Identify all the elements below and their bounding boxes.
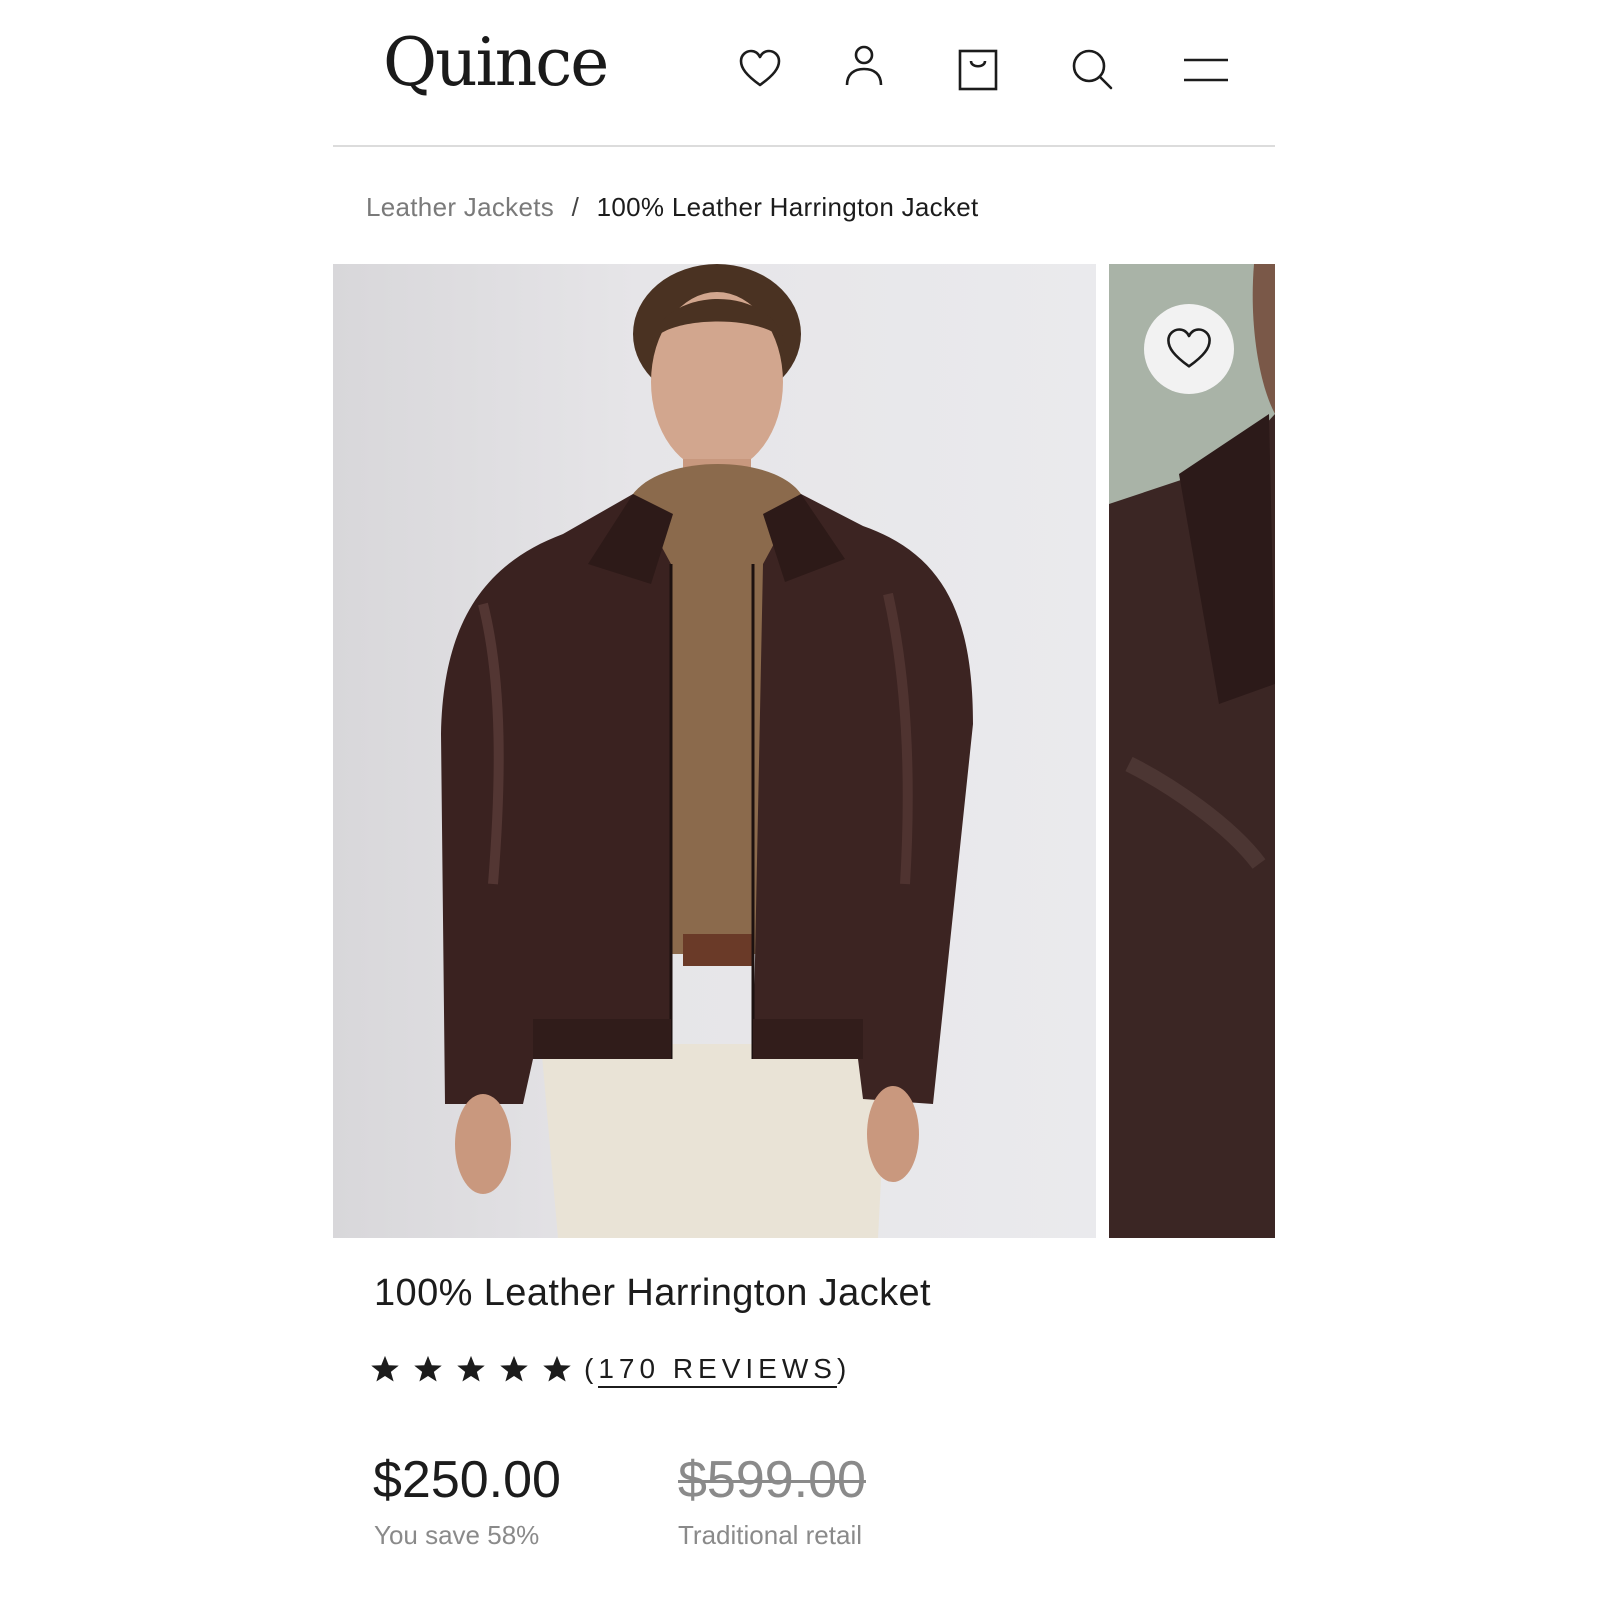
star-rating [370, 1354, 572, 1384]
star-icon [500, 1355, 528, 1382]
wishlist-toggle[interactable] [1144, 304, 1234, 394]
menu-icon [1184, 58, 1228, 82]
retail-price: $599.00 [678, 1451, 866, 1509]
star-icon [414, 1355, 442, 1382]
menu-button[interactable] [1181, 44, 1231, 94]
reviews-close-paren: ) [836, 1353, 852, 1384]
model-front-photo [441, 264, 973, 1238]
star-icon [371, 1355, 399, 1382]
sale-price: $250.00 [373, 1451, 561, 1509]
product-title: 100% Leather Harrington Jacket [374, 1272, 931, 1314]
cart-button[interactable] [953, 44, 1003, 94]
reviews-count: (170 REVIEWS) [584, 1353, 852, 1388]
product-image-main[interactable] [333, 264, 1096, 1238]
site-header: Quince [333, 0, 1275, 147]
search-icon [1072, 49, 1113, 90]
breadcrumb-current: 100% Leather Harrington Jacket [596, 192, 979, 222]
collar-detail-photo [1109, 264, 1275, 1238]
account-button[interactable] [839, 40, 889, 90]
heart-icon [739, 49, 781, 87]
star-icon [457, 1355, 485, 1382]
breadcrumb-separator: / [571, 192, 580, 222]
retail-label: Traditional retail [678, 1520, 863, 1550]
star-icon [543, 1355, 571, 1382]
account-icon [845, 45, 883, 86]
bag-icon [958, 49, 998, 91]
search-button[interactable] [1067, 44, 1117, 94]
savings-text: You save 58% [374, 1520, 540, 1550]
product-image-secondary[interactable] [1109, 264, 1275, 1238]
wishlist-button[interactable] [735, 44, 785, 94]
heart-icon [1167, 328, 1211, 368]
brand-logo[interactable]: Quince [383, 30, 609, 96]
breadcrumb: Leather Jackets / 100% Leather Harringto… [366, 192, 979, 223]
product-rating: (170 REVIEWS) [370, 1353, 852, 1388]
reviews-open-paren: ( [584, 1353, 599, 1384]
breadcrumb-leather-jackets[interactable]: Leather Jackets [366, 192, 554, 222]
reviews-link[interactable]: 170 REVIEWS [598, 1353, 837, 1388]
product-page: Quince Leather Jackets / 100% Leather Ha… [0, 0, 1600, 1600]
